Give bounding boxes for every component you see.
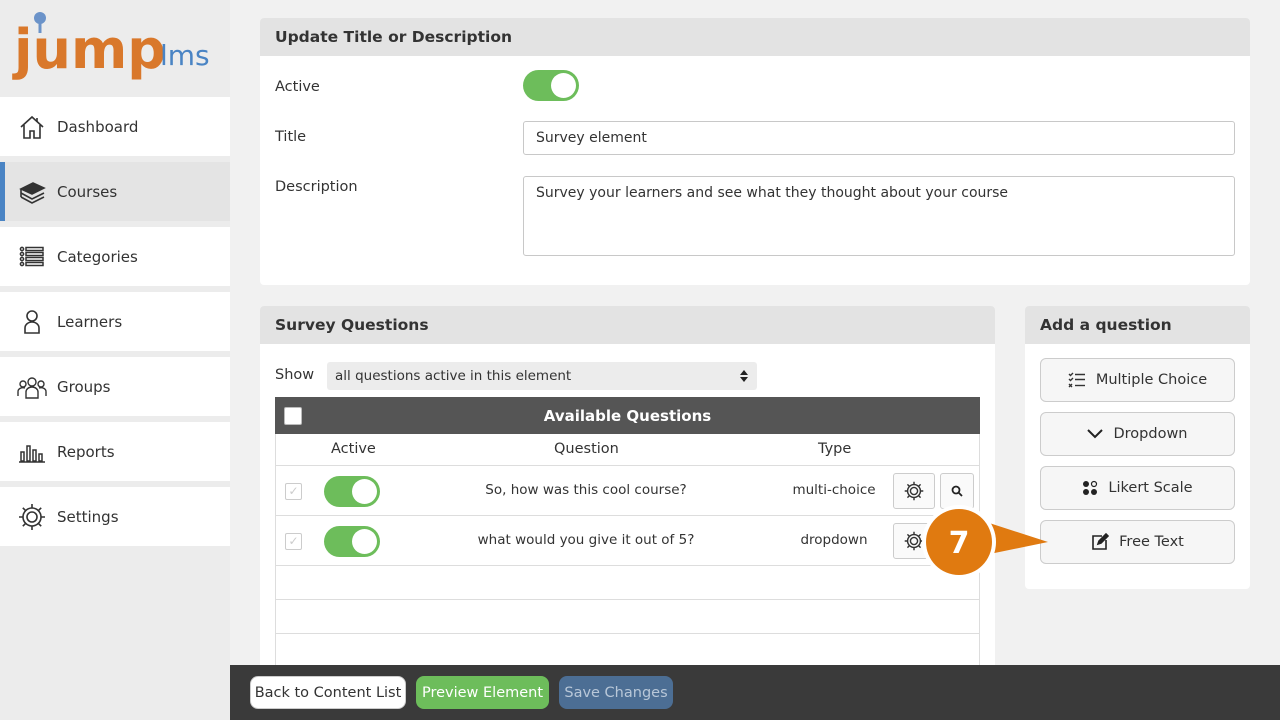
row-checkbox[interactable]: ✓ <box>285 483 302 500</box>
show-filter-select[interactable]: all questions active in this element <box>327 362 757 390</box>
sidebar-item-label: Learners <box>57 312 123 331</box>
title-label: Title <box>275 129 307 145</box>
sidebar-item-learners[interactable]: Learners <box>0 292 230 351</box>
empty-row <box>275 566 980 600</box>
select-arrows-icon <box>738 369 750 387</box>
preview-element-button[interactable]: Preview Element <box>416 676 549 709</box>
question-text: what would you give it out of 5? <box>477 532 695 548</box>
row-checkbox[interactable]: ✓ <box>285 533 302 550</box>
active-label: Active <box>275 79 320 95</box>
panel-title: Update Title or Description <box>260 18 1250 56</box>
group-icon <box>17 372 47 402</box>
select-all-checkbox[interactable] <box>284 407 302 425</box>
active-toggle[interactable] <box>523 70 579 101</box>
show-filter-value: all questions active in this element <box>335 368 572 384</box>
question-text: So, how was this cool course? <box>485 482 687 498</box>
button-label: Free Text <box>1119 534 1184 550</box>
question-type: multi-choice <box>792 482 876 498</box>
sidebar-item-label: Courses <box>57 182 118 201</box>
sidebar-item-groups[interactable]: Groups <box>0 357 230 416</box>
sidebar-item-label: Settings <box>57 507 119 526</box>
question-type: dropdown <box>800 532 868 548</box>
gear-icon <box>904 481 924 501</box>
checklist-icon <box>1068 372 1086 388</box>
sidebar: jump lms Dashboard Courses Categories Le… <box>0 0 230 720</box>
home-icon <box>17 112 47 142</box>
bottom-action-bar: Back to Content List Preview Element Sav… <box>230 665 1280 720</box>
logo-suffix: lms <box>160 39 210 72</box>
logo-wordmark: jump <box>12 18 166 81</box>
callout-number: 7 <box>949 526 970 561</box>
table-row: ✓ So, how was this cool course? multi-ch… <box>275 466 980 516</box>
bar-chart-icon <box>17 437 47 467</box>
column-header-question: Question <box>554 441 619 457</box>
sidebar-item-label: Dashboard <box>57 117 139 136</box>
description-label: Description <box>275 179 358 195</box>
table-column-headers: Active Question Type <box>275 434 980 466</box>
sidebar-item-label: Reports <box>57 442 115 461</box>
row-active-toggle[interactable] <box>324 476 380 507</box>
jumplms-logo[interactable]: jump lms <box>10 8 225 90</box>
gear-icon <box>17 502 47 532</box>
sidebar-item-dashboard[interactable]: Dashboard <box>0 97 230 156</box>
empty-row <box>275 634 980 668</box>
update-panel: Update Title or Description Active Title… <box>260 18 1250 285</box>
sidebar-item-label: Categories <box>57 247 138 266</box>
column-header-type: Type <box>818 441 852 457</box>
table-title: Available Questions <box>543 406 712 425</box>
books-icon <box>17 177 47 207</box>
available-questions-header: Available Questions <box>275 397 980 434</box>
search-icon <box>951 485 963 497</box>
row-active-toggle[interactable] <box>324 526 380 557</box>
main-content: Update Title or Description Active Title… <box>230 0 1280 676</box>
add-free-text-button[interactable]: Free Text <box>1040 520 1235 564</box>
add-likert-scale-button[interactable]: Likert Scale <box>1040 466 1235 510</box>
save-changes-button[interactable]: Save Changes <box>559 676 673 709</box>
add-dropdown-button[interactable]: Dropdown <box>1040 412 1235 456</box>
sidebar-item-label: Groups <box>57 377 111 396</box>
empty-row <box>275 600 980 634</box>
button-label: Likert Scale <box>1108 480 1193 496</box>
table-row: ✓ what would you give it out of 5? dropd… <box>275 516 980 566</box>
back-to-content-list-button[interactable]: Back to Content List <box>250 676 406 709</box>
sidebar-item-settings[interactable]: Settings <box>0 487 230 546</box>
description-textarea[interactable]: Survey your learners and see what they t… <box>523 176 1235 256</box>
show-label: Show <box>275 367 315 383</box>
column-header-active: Active <box>331 441 376 457</box>
button-label: Multiple Choice <box>1095 372 1208 388</box>
dots-icon <box>1082 480 1098 496</box>
sidebar-item-courses[interactable]: Courses <box>0 162 230 221</box>
chevron-down-icon <box>1087 429 1104 439</box>
sidebar-item-reports[interactable]: Reports <box>0 422 230 481</box>
sidebar-item-categories[interactable]: Categories <box>0 227 230 286</box>
button-label: Dropdown <box>1113 426 1188 442</box>
add-multiple-choice-button[interactable]: Multiple Choice <box>1040 358 1235 402</box>
panel-title: Add a question <box>1025 306 1250 344</box>
person-icon <box>17 307 47 337</box>
step-callout: 7 <box>920 500 1060 582</box>
edit-icon <box>1091 533 1110 551</box>
title-input[interactable]: Survey element <box>523 121 1235 155</box>
survey-questions-panel: Survey Questions Show all questions acti… <box>260 306 995 676</box>
list-icon <box>17 242 47 272</box>
panel-title: Survey Questions <box>260 306 995 344</box>
